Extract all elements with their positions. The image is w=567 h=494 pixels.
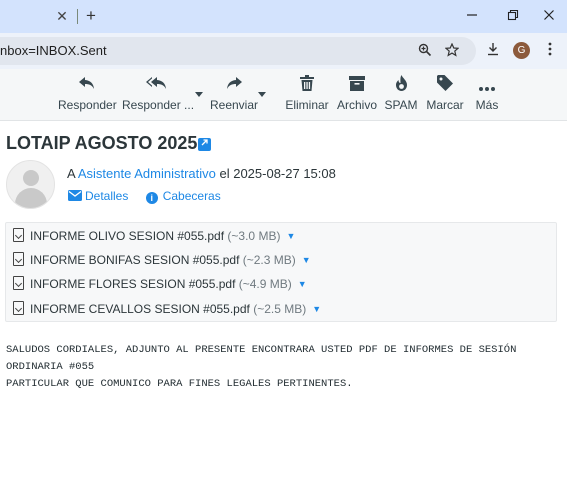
attachment-menu-icon[interactable]: ▼ — [298, 275, 307, 293]
message-subject: LOTAIP AGOSTO 2025 — [6, 133, 198, 153]
attachment-size: (~3.0 MB) — [227, 229, 281, 243]
browser-menu-icon[interactable] — [541, 42, 559, 60]
attachment-size: (~2.5 MB) — [253, 302, 307, 316]
attachment-name[interactable]: INFORME BONIFAS SESION #055.pdf — [30, 253, 239, 267]
avatar-body — [15, 188, 47, 208]
delete-button[interactable]: Eliminar — [284, 75, 330, 117]
message-body: SALUDOS CORDIALES, ADJUNTO AL PRESENTE E… — [6, 344, 517, 390]
close-window-icon[interactable] — [539, 7, 559, 25]
archive-label: Archivo — [336, 98, 377, 112]
close-tab-icon[interactable]: ✕ — [55, 9, 69, 23]
more-dots-icon — [470, 75, 504, 97]
info-icon: i — [145, 192, 158, 204]
pdf-file-icon — [13, 276, 24, 290]
url-text[interactable]: nbox=INBOX.Sent — [0, 43, 107, 58]
envelope-icon — [68, 190, 82, 202]
message-header-line: A Asistente Administrativo el 2025-08-27… — [67, 166, 336, 181]
pdf-file-icon — [13, 228, 24, 242]
headers-label: Cabeceras — [162, 189, 221, 203]
reply-label: Responder — [58, 98, 117, 112]
attachment-list: INFORME OLIVO SESION #055.pdf (~3.0 MB) ▼… — [5, 222, 557, 322]
pdf-file-icon — [13, 252, 24, 266]
forward-button[interactable]: Reenviar — [208, 75, 260, 117]
trash-icon — [284, 75, 330, 97]
archive-icon — [335, 75, 379, 97]
attachment-menu-icon[interactable]: ▼ — [302, 251, 311, 269]
recipient-link[interactable]: Asistente Administrativo — [78, 166, 216, 181]
spam-label: SPAM — [384, 98, 418, 112]
zoom-icon[interactable] — [417, 43, 433, 59]
header-links: Detalles i Cabeceras — [68, 189, 235, 204]
more-button[interactable]: Más — [470, 75, 504, 117]
restore-icon[interactable] — [503, 7, 523, 25]
reply-all-label: Responder ... — [122, 98, 195, 112]
attachment-item[interactable]: INFORME CEVALLOS SESION #055.pdf (~2.5 M… — [13, 300, 321, 318]
new-tab-icon[interactable]: + — [82, 7, 100, 25]
attachment-item[interactable]: INFORME FLORES SESION #055.pdf (~4.9 MB)… — [13, 275, 307, 293]
attachment-item[interactable]: INFORME OLIVO SESION #055.pdf (~3.0 MB) ▼ — [13, 227, 295, 245]
headers-link[interactable]: i Cabeceras — [145, 189, 221, 204]
delete-label: Eliminar — [285, 98, 329, 112]
mark-label: Marcar — [426, 98, 464, 112]
tag-icon — [424, 75, 466, 97]
forward-icon — [208, 75, 260, 97]
attachment-item[interactable]: INFORME BONIFAS SESION #055.pdf (~2.3 MB… — [13, 251, 311, 269]
open-external-icon[interactable] — [198, 138, 211, 151]
attachment-menu-icon[interactable]: ▼ — [286, 227, 295, 245]
attachment-menu-icon[interactable]: ▼ — [312, 300, 321, 318]
reply-icon — [58, 75, 116, 97]
details-link[interactable]: Detalles — [68, 189, 128, 203]
reply-all-dropdown-icon[interactable] — [195, 91, 203, 99]
to-prefix: A — [67, 166, 78, 181]
avatar-head — [23, 170, 39, 186]
bookmark-star-icon[interactable] — [444, 42, 460, 59]
forward-dropdown-icon[interactable] — [258, 91, 266, 99]
sender-avatar — [6, 160, 55, 209]
tab-divider — [77, 9, 78, 24]
spam-button[interactable]: SPAM — [383, 75, 419, 117]
attachment-size: (~2.3 MB) — [242, 253, 296, 267]
message-date: el 2025-08-27 15:08 — [215, 166, 336, 181]
attachment-size: (~4.9 MB) — [238, 277, 292, 291]
pdf-file-icon — [13, 301, 24, 315]
forward-label: Reenviar — [209, 98, 259, 112]
reply-all-button[interactable]: Responder ... — [122, 75, 195, 117]
details-label: Detalles — [85, 189, 129, 203]
attachment-name[interactable]: INFORME OLIVO SESION #055.pdf — [30, 229, 224, 243]
mark-button[interactable]: Marcar — [424, 75, 466, 117]
download-icon[interactable] — [484, 42, 502, 60]
minimize-icon[interactable] — [462, 7, 482, 25]
attachment-name[interactable]: INFORME CEVALLOS SESION #055.pdf — [30, 302, 250, 316]
more-label: Más — [475, 98, 499, 112]
browser-tab-bar: ✕ + — [0, 0, 567, 33]
profile-avatar[interactable]: G — [513, 42, 530, 59]
address-bar-row: nbox=INBOX.Sent G — [0, 33, 567, 69]
browser-tab[interactable]: ✕ — [0, 0, 76, 33]
attachment-name[interactable]: INFORME FLORES SESION #055.pdf — [30, 277, 235, 291]
flame-icon — [383, 75, 419, 97]
reply-all-icon — [122, 75, 192, 97]
reply-button[interactable]: Responder — [58, 75, 117, 117]
omnibox[interactable]: nbox=INBOX.Sent — [0, 37, 476, 65]
mail-toolbar: Responder Responder ... Reenviar Elimina… — [0, 69, 567, 121]
archive-button[interactable]: Archivo — [335, 75, 379, 117]
